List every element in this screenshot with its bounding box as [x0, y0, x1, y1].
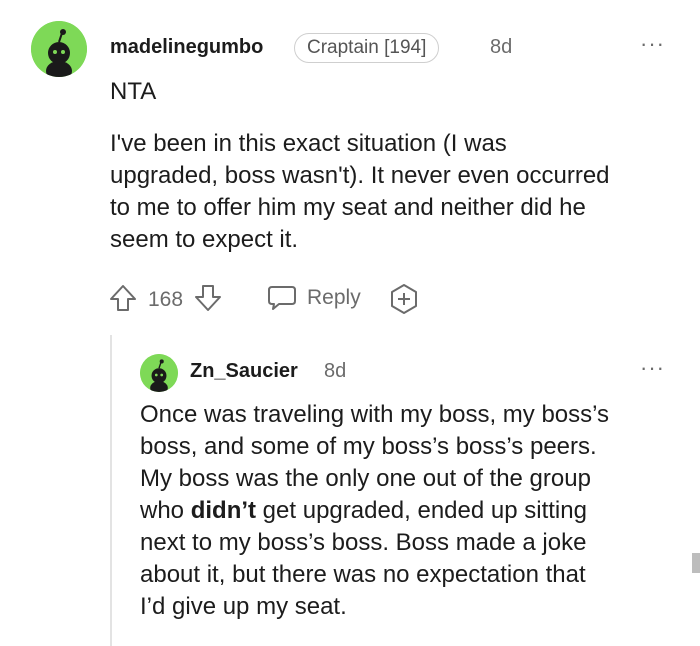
comment-body: I've been in this exact situation (I was…	[110, 128, 690, 256]
comment-line: seem to expect it.	[110, 226, 299, 253]
vote-count: 168	[148, 288, 184, 311]
comment-username[interactable]: madelinegumbo	[110, 36, 263, 59]
comment-timestamp: 8d	[490, 36, 513, 58]
comment-line: upgraded, boss wasn't). It never even oc…	[110, 162, 610, 189]
reply-line: My boss was the only one out of the grou…	[140, 465, 591, 492]
reply-line: who didn’t get upgraded, ended up sittin…	[140, 495, 685, 527]
reply-button[interactable]: Reply	[307, 286, 361, 310]
comment-icon[interactable]	[267, 284, 297, 312]
scrollbar[interactable]	[692, 553, 700, 573]
comment-line: to me to offer him my seat and neither d…	[110, 194, 586, 221]
thread-line[interactable]	[110, 335, 112, 646]
reply-line: boss, and some of my boss’s boss’s peers…	[140, 433, 597, 460]
downvote-icon[interactable]	[193, 283, 223, 313]
reply-body: Once was traveling with my boss, my boss…	[140, 399, 685, 623]
reply-username[interactable]: Zn_Saucier	[190, 360, 298, 383]
reply-line: about it, but there was no expectation t…	[140, 561, 586, 588]
user-flair: Craptain [194]	[294, 33, 440, 63]
snoo-avatar-icon	[140, 354, 178, 392]
reply-bold-text: didn’t	[190, 497, 257, 524]
avatar[interactable]	[31, 21, 87, 77]
more-options-icon[interactable]: ···	[640, 355, 665, 381]
reply-text: who	[140, 497, 191, 524]
reply-line: Once was traveling with my boss, my boss…	[140, 401, 610, 428]
upvote-icon[interactable]	[108, 283, 138, 313]
comment-title: NTA	[110, 78, 157, 105]
more-options-icon[interactable]: ···	[640, 31, 665, 57]
reply-line: next to my boss’s boss. Boss made a joke	[140, 529, 587, 556]
reply-timestamp: 8d	[324, 360, 347, 382]
reply-text: get upgraded, ended up sitting	[256, 497, 587, 524]
reply-line: I’d give up my seat.	[140, 593, 347, 620]
comment-line: I've been in this exact situation (I was	[110, 130, 507, 157]
snoo-avatar-icon	[31, 21, 87, 77]
reply-avatar[interactable]	[140, 354, 178, 392]
award-icon[interactable]	[388, 283, 420, 315]
